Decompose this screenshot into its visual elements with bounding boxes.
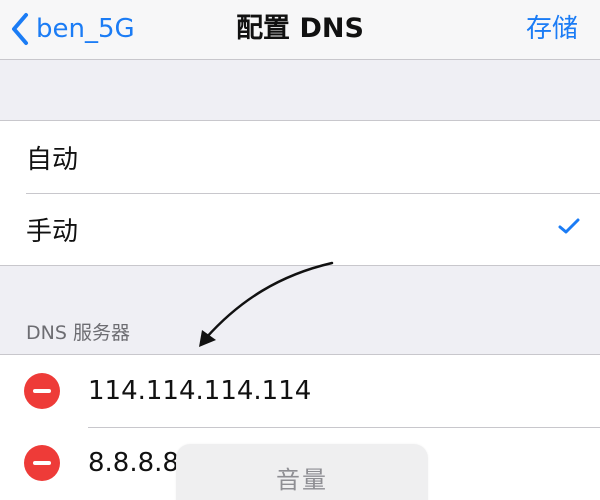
save-button[interactable]: 存储 [526, 10, 578, 48]
minus-circle-icon[interactable] [24, 373, 60, 409]
mode-option-manual[interactable]: 手动 [0, 193, 600, 265]
dns-server-row[interactable]: 114.114.114.114 [0, 355, 600, 427]
back-button[interactable]: ben_5G [10, 10, 135, 48]
minus-circle-icon[interactable] [24, 445, 60, 481]
volume-hud: 音量 [176, 444, 428, 500]
mode-option-automatic[interactable]: 自动 [0, 121, 600, 193]
dns-servers-section-header: DNS 服务器 [26, 322, 130, 344]
navigation-bar: ben_5G 配置 DNS 存储 [0, 0, 600, 60]
mode-option-label: 自动 [26, 144, 79, 175]
checkmark-icon [558, 218, 580, 234]
dns-mode-group: 自动 手动 [0, 120, 600, 266]
mode-option-label: 手动 [26, 216, 79, 247]
chevron-left-icon [12, 13, 28, 45]
dns-server-address[interactable]: 114.114.114.114 [88, 376, 311, 406]
back-button-label: ben_5G [36, 14, 135, 44]
volume-hud-label: 音量 [276, 466, 328, 494]
dns-server-address[interactable]: 8.8.8.8 [88, 448, 179, 478]
